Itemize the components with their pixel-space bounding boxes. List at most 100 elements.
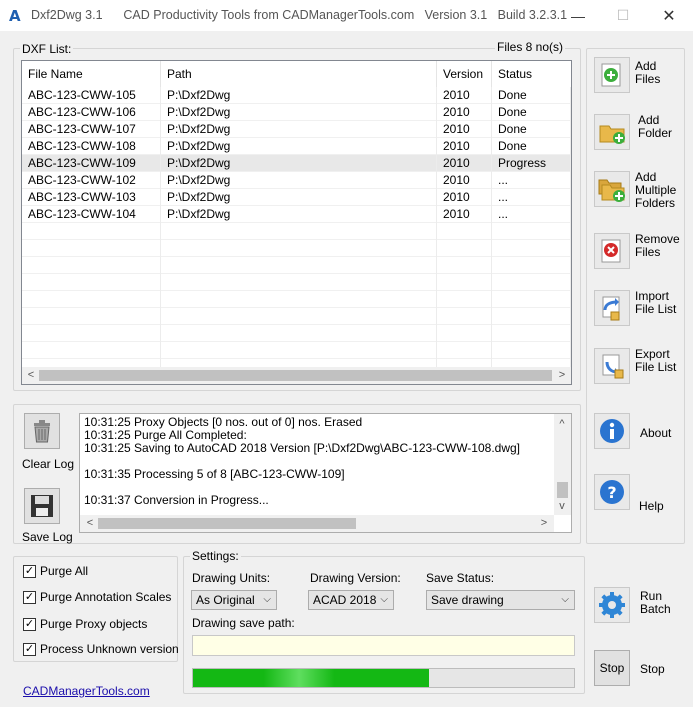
purge-proxy-checkbox[interactable]: ✓: [23, 617, 36, 631]
empty-cell: [22, 325, 161, 342]
save-path-input[interactable]: [192, 635, 575, 656]
cell-version: 2010: [437, 206, 492, 223]
log-vertical-scrollbar[interactable]: ^ v: [554, 414, 571, 515]
add-folder-label: Add Folder: [638, 113, 673, 140]
log-v-thumb[interactable]: [557, 482, 568, 498]
app-icon: A: [9, 7, 21, 25]
import-file-list-button[interactable]: [594, 290, 630, 326]
purge-annotation-checkbox[interactable]: ✓: [23, 590, 36, 604]
cell-file-name: ABC-123-CWW-108: [22, 138, 161, 155]
empty-cell: [492, 240, 571, 257]
table-row[interactable]: ABC-123-CWW-107 P:\Dxf2Dwg 2010 Done: [22, 121, 571, 138]
empty-cell: [161, 274, 437, 291]
drawing-units-label: Drawing Units:: [192, 571, 271, 585]
empty-cell: [161, 342, 437, 359]
empty-cell: [161, 257, 437, 274]
empty-cell: [492, 223, 571, 240]
purge-all-label: Purge All: [40, 564, 89, 578]
column-header-version[interactable]: Version: [437, 61, 492, 87]
log-line: 10:31:37 Conversion in Progress...: [84, 493, 269, 507]
purge-annotation-option[interactable]: ✓ Purge Annotation Scales: [23, 590, 171, 604]
table-row[interactable]: ABC-123-CWW-108 P:\Dxf2Dwg 2010 Done: [22, 138, 571, 155]
cell-version: 2010: [437, 104, 492, 121]
settings-label: Settings:: [190, 549, 241, 563]
help-button[interactable]: ?: [594, 474, 630, 510]
stop-button[interactable]: Stop: [594, 650, 630, 686]
files-count: Files 8 no(s): [495, 40, 566, 54]
empty-cell: [437, 325, 492, 342]
cell-version: 2010: [437, 87, 492, 104]
log-scroll-right-arrow[interactable]: >: [536, 515, 552, 531]
website-link[interactable]: CADManagerTools.com: [23, 684, 150, 698]
log-output[interactable]: 10:31:25 Proxy Objects [0 nos. out of 0]…: [79, 413, 572, 533]
export-file-list-label: Export File List: [635, 347, 677, 374]
add-multiple-folders-button[interactable]: [594, 171, 630, 207]
table-row[interactable]: ABC-123-CWW-109 P:\Dxf2Dwg 2010 Progress: [22, 155, 571, 172]
empty-cell: [437, 223, 492, 240]
scroll-down-arrow[interactable]: v: [554, 498, 570, 514]
empty-cell: [22, 342, 161, 359]
cell-path: P:\Dxf2Dwg: [161, 138, 437, 155]
table-row[interactable]: ABC-123-CWW-105 P:\Dxf2Dwg 2010 Done: [22, 87, 571, 104]
log-horizontal-scrollbar[interactable]: < >: [80, 515, 554, 532]
minimize-button[interactable]: —: [555, 0, 601, 31]
cell-status: Progress: [492, 155, 571, 172]
column-header-file-name[interactable]: File Name: [22, 61, 161, 87]
drawing-units-select[interactable]: As Original ⌵: [191, 590, 277, 610]
empty-row: [22, 342, 571, 359]
add-folder-button[interactable]: [594, 114, 630, 150]
close-button[interactable]: ✕: [646, 0, 692, 31]
clear-log-button[interactable]: [24, 413, 60, 449]
drawing-version-select[interactable]: ACAD 2018 ⌵: [308, 590, 394, 610]
cell-path: P:\Dxf2Dwg: [161, 155, 437, 172]
export-file-list-button[interactable]: [594, 348, 630, 384]
cell-file-name: ABC-123-CWW-109: [22, 155, 161, 172]
remove-files-button[interactable]: [594, 233, 630, 269]
scroll-right-arrow[interactable]: >: [554, 367, 570, 383]
scroll-left-arrow[interactable]: <: [23, 367, 39, 383]
cell-status: ...: [492, 172, 571, 189]
cell-version: 2010: [437, 138, 492, 155]
cell-file-name: ABC-123-CWW-104: [22, 206, 161, 223]
log-h-thumb[interactable]: [98, 518, 356, 529]
scroll-up-arrow[interactable]: ^: [554, 416, 570, 432]
cell-status: Done: [492, 121, 571, 138]
maximize-button[interactable]: ☐: [600, 0, 646, 31]
column-header-status[interactable]: Status: [492, 61, 571, 87]
list-horizontal-scrollbar[interactable]: < >: [22, 367, 571, 384]
purge-all-option[interactable]: ✓ Purge All: [23, 564, 88, 578]
batch-progress-bar: [192, 668, 575, 688]
remove-files-icon: [601, 239, 621, 263]
cell-status: Done: [492, 104, 571, 121]
empty-cell: [492, 342, 571, 359]
empty-cell: [437, 291, 492, 308]
gear-icon: [599, 592, 625, 618]
empty-row: [22, 223, 571, 240]
cell-file-name: ABC-123-CWW-106: [22, 104, 161, 121]
cell-status: Done: [492, 138, 571, 155]
table-row[interactable]: ABC-123-CWW-106 P:\Dxf2Dwg 2010 Done: [22, 104, 571, 121]
window-title: Dxf2Dwg 3.1 CAD Productivity Tools from …: [31, 8, 568, 22]
column-header-path[interactable]: Path: [161, 61, 437, 87]
dxf-file-list[interactable]: File Name Path Version Status ABC-123-CW…: [21, 60, 572, 385]
table-row[interactable]: ABC-123-CWW-103 P:\Dxf2Dwg 2010...: [22, 189, 571, 206]
about-button[interactable]: [594, 413, 630, 449]
scroll-thumb[interactable]: [39, 370, 552, 381]
process-unknown-checkbox[interactable]: ✓: [23, 642, 36, 656]
empty-cell: [161, 325, 437, 342]
run-batch-button[interactable]: [594, 587, 630, 623]
log-scroll-left-arrow[interactable]: <: [82, 515, 98, 531]
save-log-button[interactable]: [24, 488, 60, 524]
save-status-select[interactable]: Save drawing ⌵: [426, 590, 575, 610]
info-icon: [600, 419, 624, 443]
empty-cell: [161, 223, 437, 240]
empty-cell: [492, 291, 571, 308]
empty-cell: [22, 274, 161, 291]
purge-all-checkbox[interactable]: ✓: [23, 564, 36, 578]
table-row[interactable]: ABC-123-CWW-104 P:\Dxf2Dwg 2010...: [22, 206, 571, 223]
purge-proxy-option[interactable]: ✓ Purge Proxy objects: [23, 617, 147, 631]
empty-cell: [22, 308, 161, 325]
add-files-button[interactable]: [594, 57, 630, 93]
table-row[interactable]: ABC-123-CWW-102 P:\Dxf2Dwg 2010...: [22, 172, 571, 189]
process-unknown-option[interactable]: ✓ Process Unknown version: [23, 642, 179, 656]
